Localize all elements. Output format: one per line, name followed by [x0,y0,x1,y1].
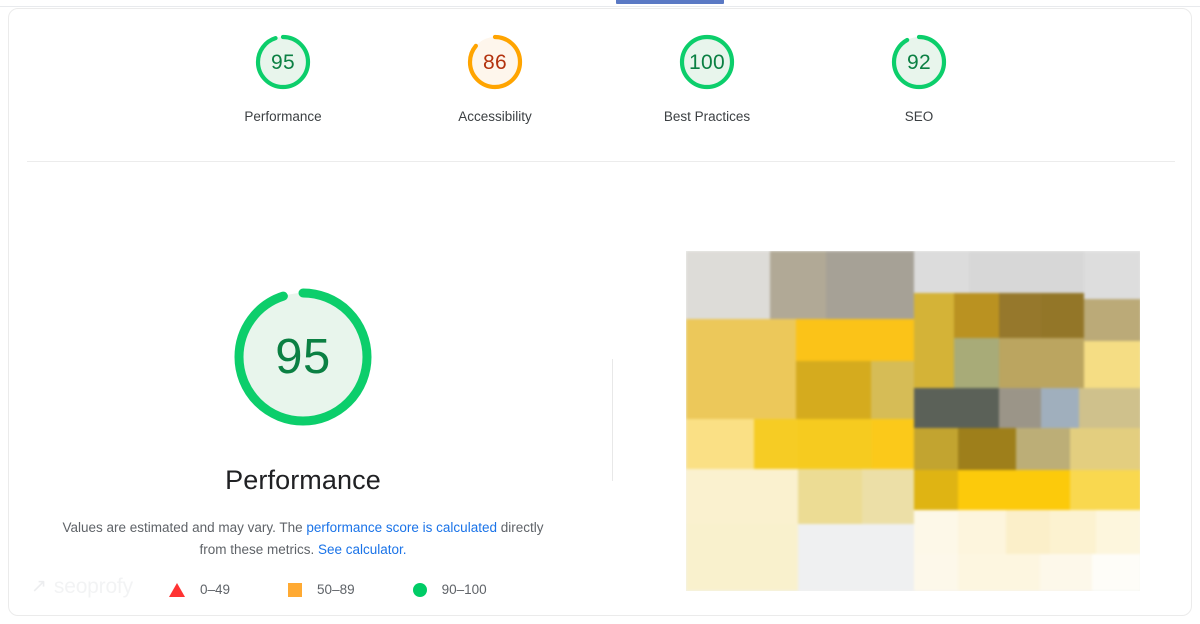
screenshot-pixel-block [999,388,1041,428]
screenshot-pixel-block [954,338,999,388]
category-gauge-accessibility[interactable]: 86 Accessibility [421,31,569,124]
category-gauge-performance[interactable]: 95 Performance [209,31,357,124]
screenshot-pixel-block [954,293,999,338]
gauge-score-value: 92 [907,50,931,74]
screenshot-pixel-block [914,554,958,591]
gauge-score-value: 100 [689,50,725,74]
triangle-icon [169,582,185,597]
category-gauge-best-practices[interactable]: 100 Best Practices [633,31,781,124]
screenshot-pixel-block [686,361,796,419]
page-screenshot-preview[interactable] [686,251,1140,591]
report-card: 95 Performance 86 Accessibility 100 Best Prac… [8,8,1192,616]
summary-divider [27,161,1175,162]
gauge-ring: 95 [252,31,314,93]
performance-detail-title: Performance [225,465,381,495]
screenshot-pixel-block [686,251,770,319]
screenshot-pixel-block [1006,510,1050,554]
legend-range-label: 50–89 [317,582,355,597]
gauge-category-label: Performance [244,109,322,124]
legend-range-label: 90–100 [441,582,487,597]
performance-detail-panel: 95 Performance Values are estimated and … [9,179,597,579]
screenshot-pixel-block [1096,510,1140,554]
screenshot-pixel-block [686,469,798,524]
screenshot-pixel-block [914,510,958,554]
screenshot-pixel-block [862,469,914,524]
screenshot-pixel-block [798,419,872,469]
screenshot-pixel-block [686,419,754,469]
screenshot-pixel-block [1040,554,1092,591]
screenshot-pixel-block [958,510,1006,554]
watermark-label: seoprofy [53,575,133,598]
legend-range-label: 0–49 [200,582,231,597]
screenshot-pixel-block [1041,388,1079,428]
screenshot-pixel-block [958,428,1016,470]
lighthouse-report-card: 95 Performance 86 Accessibility 100 Best Prac… [0,0,1200,624]
gauge-category-label: SEO [904,109,934,124]
screenshot-pixel-block [914,388,999,428]
gauge-category-label: Accessibility [458,109,532,124]
screenshot-pixel-block [999,338,1084,388]
screenshot-pixel-block [770,251,826,319]
screenshot-pixel-grid [686,251,1140,591]
tab-strip-hairline [0,6,1200,7]
screenshot-pixel-block [1084,299,1140,341]
screenshot-pixel-block [958,470,1070,510]
seoprofy-watermark: ↗ seoprofy [31,576,133,597]
screenshot-pixel-block [686,524,798,591]
screenshot-pixel-block [1070,470,1140,510]
panel-vertical-divider [612,359,613,481]
description-text-part1: Values are estimated and may vary. The [62,520,307,535]
screenshot-pixel-block [796,319,914,361]
legend-item: 90–100 [412,582,487,597]
screenshot-pixel-block [862,524,914,591]
screenshot-pixel-block [1016,428,1070,470]
screenshot-pixel-block [826,251,914,319]
category-score-summary: 95 Performance 86 Accessibility 100 Best Prac… [9,31,1191,151]
screenshot-pixel-block [999,293,1041,338]
screenshot-pixel-block [958,554,1040,591]
performance-gauge-large-score: 95 [275,329,331,384]
screenshot-pixel-block [754,419,798,469]
screenshot-pixel-block [796,361,871,419]
score-legend: 0–49 50–89 90–100 [169,582,487,597]
category-gauge-seo[interactable]: 92 SEO [845,31,993,124]
performance-score-calculated-link[interactable]: performance score is calculated [306,520,497,535]
performance-description: Values are estimated and may vary. The p… [53,517,553,561]
screenshot-pixel-block [914,428,958,470]
active-tab-indicator [616,0,724,4]
screenshot-pixel-block [1084,341,1140,388]
square-icon [288,582,303,597]
legend-item: 0–49 [169,582,230,597]
tab-strip [0,0,1200,8]
performance-gauge-large: 95 [225,279,381,435]
gauge-score-value: 86 [483,50,507,74]
screenshot-pixel-block [1079,388,1140,428]
screenshot-pixel-block [914,293,954,403]
arrow-up-right-icon: ↗ [31,576,47,597]
gauge-category-label: Best Practices [663,109,751,124]
screenshot-pixel-block [798,469,862,524]
gauge-ring: 86 [464,31,526,93]
screenshot-pixel-block [1050,510,1096,554]
screenshot-pixel-block [872,419,914,469]
screenshot-pixel-block [914,470,958,510]
gauge-score-value: 95 [271,50,295,74]
gauge-ring: 100 [676,31,738,93]
see-calculator-link[interactable]: See calculator. [318,542,407,557]
screenshot-pixel-block [798,524,862,591]
screenshot-pixel-block [1041,293,1084,338]
circle-icon [412,582,427,597]
gauge-ring: 92 [888,31,950,93]
screenshot-pixel-block [1070,428,1140,470]
screenshot-pixel-block [871,361,914,419]
screenshot-pixel-block [1092,554,1140,591]
legend-item: 50–89 [288,582,355,597]
